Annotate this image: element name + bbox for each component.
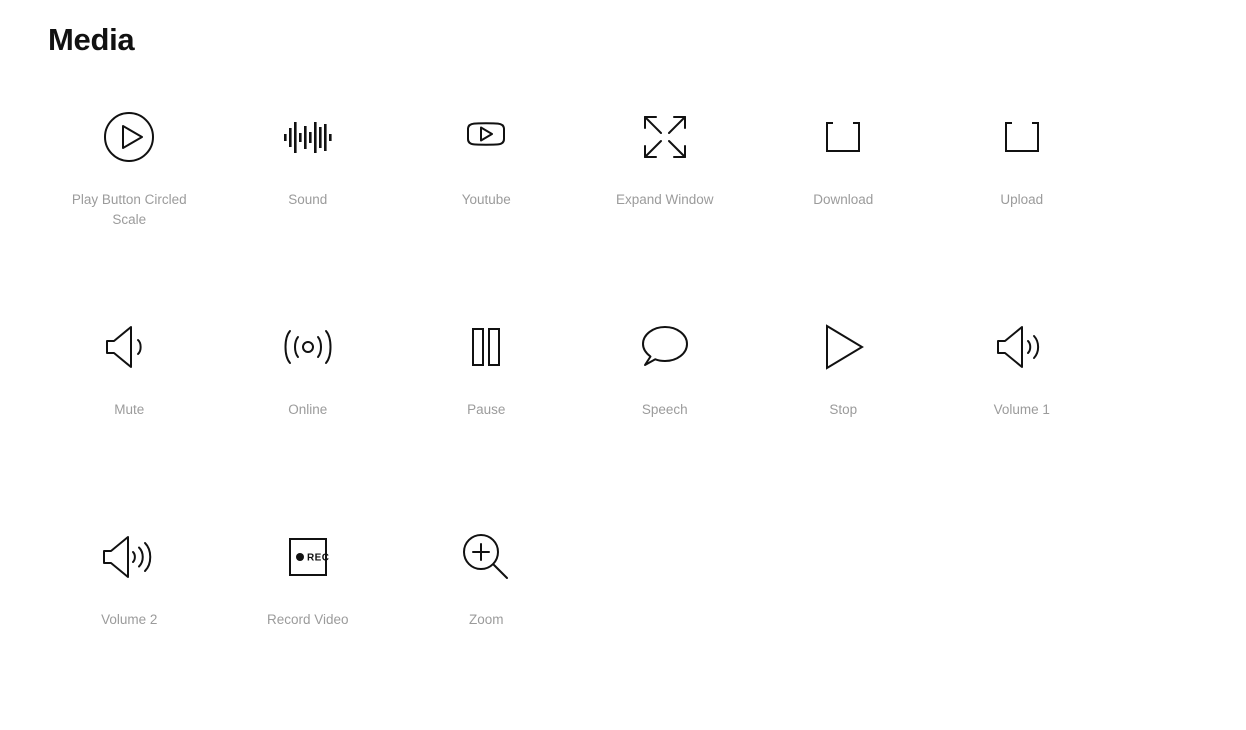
online-broadcast-icon[interactable] [271,310,345,384]
speech-bubble-icon[interactable] [628,310,702,384]
record-badge-text: REC [307,553,329,564]
icon-label: Download [813,192,874,207]
icon-label: Expand Window [615,192,714,207]
record-video-icon[interactable]: REC [271,520,345,594]
icon-cell-mute[interactable]: Mute [40,310,219,520]
icon-label: Speech [641,402,688,417]
icon-label: Mute [114,402,145,417]
icon-label: Volume 2 [101,612,158,627]
zoom-magnifier-icon[interactable] [449,520,523,594]
icon-label: Volume 1 [993,402,1050,417]
icon-cell-record-video[interactable]: REC Record Video [219,520,398,730]
icon-cell-download[interactable]: Download [754,100,933,310]
page-title: Media [48,22,135,57]
icon-cell-volume-2[interactable]: Volume 2 [40,520,219,730]
play-button-circled-scale-icon[interactable] [92,100,166,174]
sound-waveform-icon[interactable] [271,100,345,174]
icon-cell-zoom[interactable]: Zoom [397,520,576,730]
icon-label: Online [288,402,328,417]
upload-icon[interactable] [985,100,1059,174]
icon-label: Zoom [468,612,504,627]
stop-play-triangle-icon[interactable] [806,310,880,384]
icon-cell-volume-1[interactable]: Volume 1 [933,310,1112,520]
volume-1-speaker-icon[interactable] [985,310,1059,384]
mute-speaker-icon[interactable] [92,310,166,384]
icon-label: Sound [288,192,328,207]
icon-cell-sound[interactable]: Sound [219,100,398,310]
icon-label: Youtube [461,192,511,207]
icon-cell-stop[interactable]: Stop [754,310,933,520]
icon-label: Pause [467,402,506,417]
icon-label: Stop [829,402,858,417]
icon-cell-pause[interactable]: Pause [397,310,576,520]
expand-window-icon[interactable] [628,100,702,174]
youtube-icon[interactable] [449,100,523,174]
icon-cell-expand-window[interactable]: Expand Window [576,100,755,310]
media-icon-grid: Play Button Circled Scale Sound Youtube … [40,100,1200,730]
icon-cell-online[interactable]: Online [219,310,398,520]
icon-label: Upload [1000,192,1044,207]
icon-label: Play Button Circled Scale [71,192,187,227]
icon-cell-upload[interactable]: Upload [933,100,1112,310]
icon-cell-youtube[interactable]: Youtube [397,100,576,310]
icon-cell-play-button-circled-scale[interactable]: Play Button Circled Scale [40,100,219,310]
pause-icon[interactable] [449,310,523,384]
icon-cell-speech[interactable]: Speech [576,310,755,520]
volume-2-speaker-icon[interactable] [92,520,166,594]
icon-label: Record Video [266,612,349,627]
download-icon[interactable] [806,100,880,174]
